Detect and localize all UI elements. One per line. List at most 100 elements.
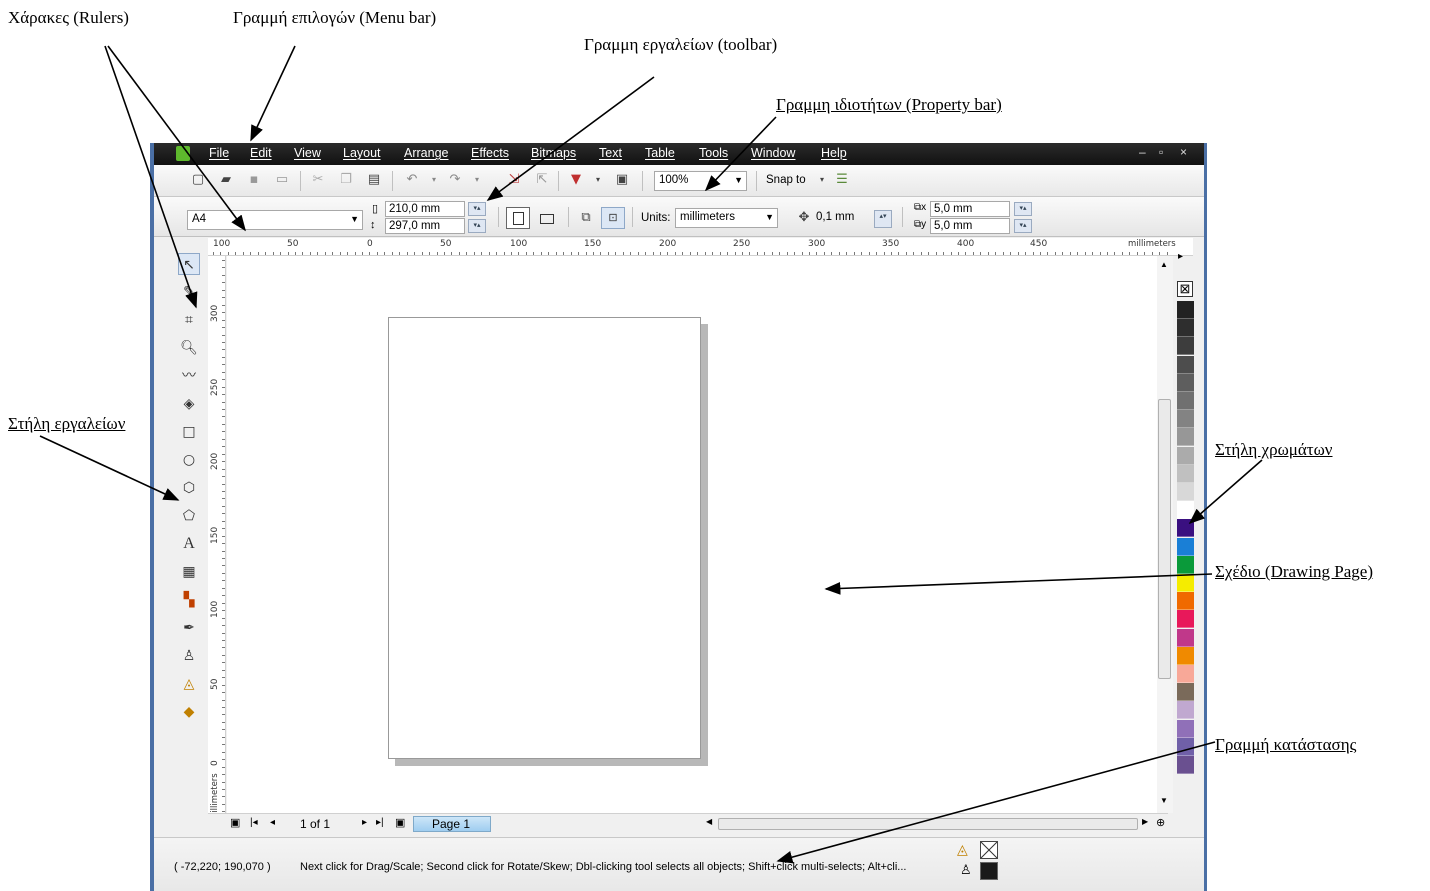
menu-layout[interactable]: Layout [343,146,381,160]
snap-to-button[interactable]: Snap to [766,174,806,186]
undo-dropdown-icon[interactable]: ▾ [426,172,442,188]
first-page-icon[interactable]: |◂ [250,817,258,828]
menu-arrange[interactable]: Arrange [404,146,448,160]
interactive-fill-tool-icon[interactable]: ◆ [178,701,200,723]
color-swatch[interactable] [1177,665,1194,683]
color-swatch[interactable] [1177,355,1194,374]
color-swatch[interactable] [1177,756,1194,774]
cut-icon[interactable]: ✂ [310,172,326,188]
color-swatch[interactable] [1177,410,1194,429]
minimize-button[interactable]: – [1139,145,1146,159]
eyedropper-tool-icon[interactable]: ✒ [178,617,200,639]
vertical-ruler[interactable]: 300 250 200 150 100 50 0 millimeters [208,256,226,821]
menu-edit[interactable]: Edit [250,146,272,160]
color-swatch[interactable] [1177,501,1194,520]
table-tool-icon[interactable]: ▦ [178,561,200,583]
menu-view[interactable]: View [294,146,321,160]
menu-help[interactable]: Help [821,146,847,160]
horizontal-scrollbar[interactable] [718,818,1138,830]
open-folder-icon[interactable]: ▰ [218,172,234,188]
freehand-tool-icon[interactable]: 〰 [178,365,200,387]
outline-color-swatch[interactable] [980,862,998,880]
scroll-right-icon[interactable]: ▶ [1142,817,1148,826]
options-icon[interactable]: ☰ [834,172,850,188]
redo-icon[interactable]: ↷ [447,172,463,188]
zoom-level-select[interactable]: 100% ▼ [654,171,747,191]
all-pages-icon[interactable]: ⧉ [578,210,594,226]
color-swatch[interactable] [1177,555,1194,574]
navigator-zoom-icon[interactable]: ⊕ [1156,816,1165,829]
menu-effects[interactable]: Effects [471,146,509,160]
welcome-screen-icon[interactable]: ▣ [614,172,630,188]
page-width-input[interactable]: 210,0 mm [385,201,465,217]
drawing-page[interactable] [388,317,701,759]
page-height-input[interactable]: 297,0 mm [385,218,465,234]
color-swatch[interactable] [1177,537,1194,556]
color-swatch[interactable] [1177,574,1194,592]
color-swatch[interactable] [1177,337,1194,356]
smart-fill-tool-icon[interactable]: ◈ [178,393,200,415]
save-icon[interactable]: ▪ [246,172,262,188]
color-swatch[interactable] [1177,392,1194,410]
duplicate-x-input[interactable]: 5,0 mm [930,201,1010,217]
menu-bitmaps[interactable]: Bitmaps [531,146,576,160]
color-swatch[interactable] [1177,464,1194,483]
paper-size-select[interactable]: A4 ▼ [187,210,363,230]
paste-icon[interactable]: ▤ [366,172,382,188]
launcher-dropdown-icon[interactable]: ▾ [590,172,606,188]
print-icon[interactable]: ▭ [274,172,290,188]
previous-page-icon[interactable]: ◂ [270,817,275,828]
duplicate-y-spinner[interactable]: ▾▴ [1014,219,1032,233]
color-swatch[interactable] [1177,683,1194,702]
close-button[interactable]: × [1180,145,1187,159]
undo-icon[interactable]: ↶ [404,172,420,188]
next-page-icon[interactable]: ▸ [362,817,367,828]
scroll-up-icon[interactable]: ▲ [1160,260,1168,269]
new-document-icon[interactable]: ▢ [190,172,206,188]
outline-pen-tool-icon[interactable]: ♙ [178,645,200,667]
text-tool-icon[interactable]: A [178,533,200,555]
snap-to-dropdown-icon[interactable]: ▾ [814,172,830,188]
horizontal-ruler[interactable]: 100 50 0 50 100 150 200 250 300 350 400 … [208,238,1193,256]
menu-tools[interactable]: Tools [699,146,728,160]
color-swatch[interactable] [1177,301,1194,319]
no-fill-swatch[interactable] [980,841,998,859]
shape-tool-icon[interactable]: ✎ [178,281,200,303]
palette-scroll-up-icon[interactable]: ▸ [1178,251,1183,262]
export-icon[interactable]: ⇱ [534,172,550,188]
duplicate-x-spinner[interactable]: ▾▴ [1014,202,1032,216]
landscape-button[interactable] [536,207,560,229]
color-swatch[interactable] [1177,737,1194,756]
polygon-tool-icon[interactable]: ⬡ [178,477,200,499]
color-swatch[interactable] [1177,701,1194,720]
color-swatch[interactable] [1177,319,1194,338]
vertical-scrollbar[interactable]: ▲ ▼ [1157,256,1173,813]
pick-tool-icon[interactable]: ↖ [178,253,200,275]
units-select[interactable]: millimeters ▼ [675,208,778,228]
insert-page-before-icon[interactable]: ▣ [230,816,240,829]
crop-tool-icon[interactable]: ⌗ [178,309,200,331]
width-spinner[interactable]: ▾▴ [468,202,486,216]
current-page-button[interactable]: ⊡ [601,207,625,229]
menu-text[interactable]: Text [599,146,622,160]
page-tab[interactable]: Page 1 [413,816,491,832]
nudge-value[interactable]: 0,1 mm [816,211,854,223]
no-color-swatch[interactable]: ⊠ [1177,281,1193,297]
basic-shapes-tool-icon[interactable]: ⬠ [178,505,200,527]
color-swatch[interactable] [1177,610,1194,629]
color-swatch[interactable] [1177,483,1194,501]
fill-tool-icon[interactable]: ◬ [178,673,200,695]
portrait-button[interactable] [506,207,530,229]
vertical-scroll-thumb[interactable] [1158,399,1171,679]
color-swatch[interactable] [1177,646,1194,665]
color-swatch[interactable] [1177,592,1194,611]
rectangle-tool-icon[interactable]: □ [178,421,200,443]
restore-button[interactable]: ▫ [1159,145,1163,159]
menu-table[interactable]: Table [645,146,675,160]
menu-window[interactable]: Window [751,146,795,160]
color-swatch[interactable] [1177,373,1194,392]
application-launcher-icon[interactable]: ▼ [568,172,584,188]
interactive-blend-tool-icon[interactable]: ▚ [178,589,200,611]
color-swatch[interactable] [1177,428,1194,447]
drawing-canvas[interactable] [227,256,1157,813]
